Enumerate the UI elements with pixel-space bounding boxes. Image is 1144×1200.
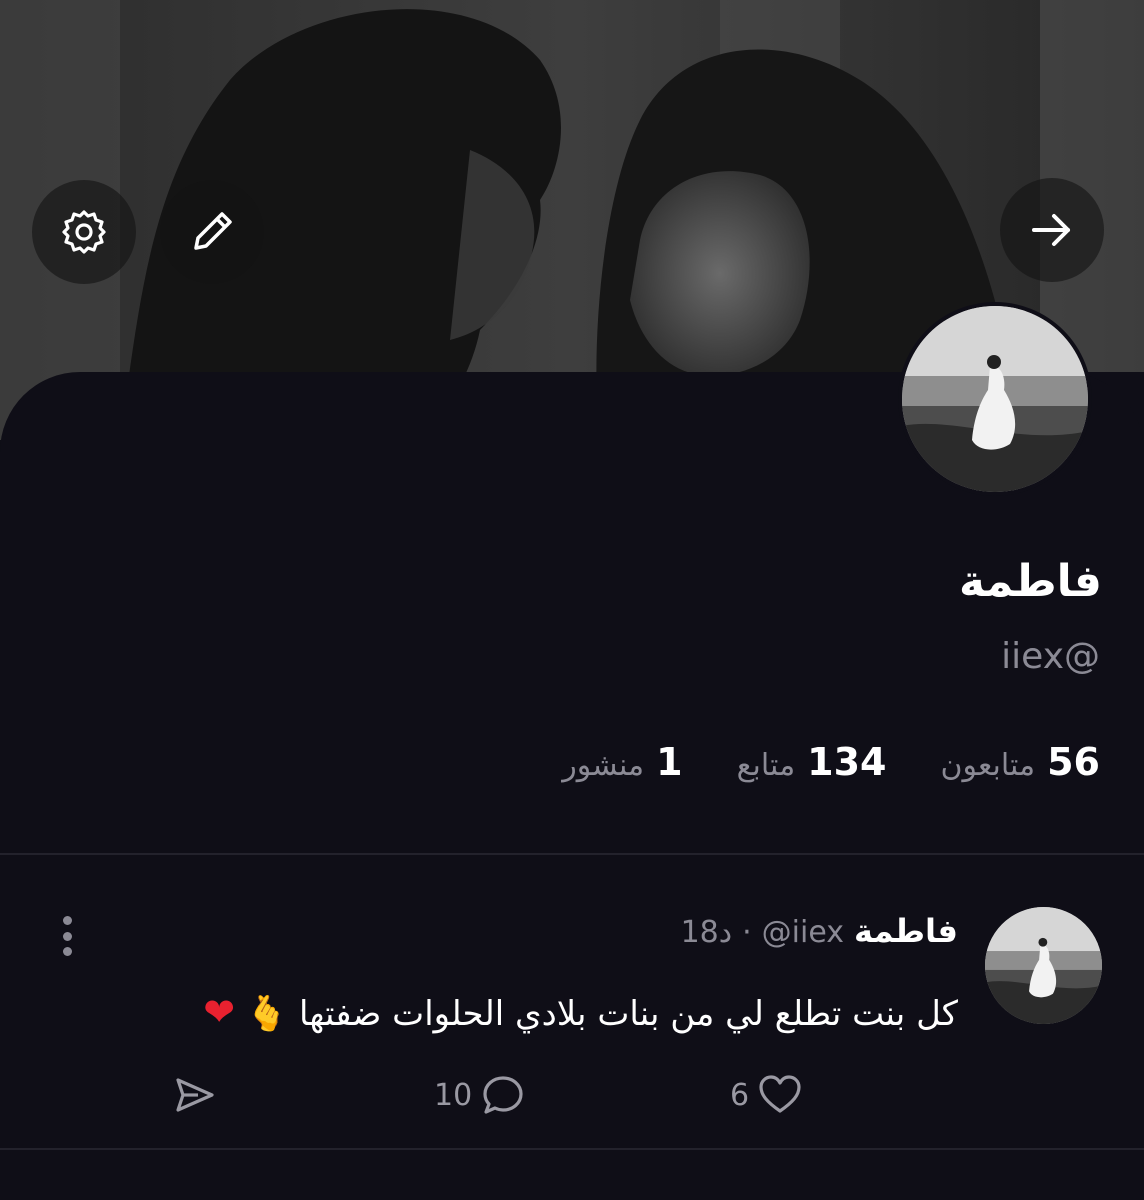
heart-icon <box>759 1075 801 1113</box>
post-body: كل بنت تطلع لي من بنات بلادي الحلوات ضفت… <box>203 990 958 1034</box>
stat-value: 134 <box>807 740 887 784</box>
stat-label: متابعون <box>940 748 1036 783</box>
heart-emoji-icon: ❤ <box>203 990 236 1034</box>
dot-icon <box>62 916 72 925</box>
post-author-handle: @iiex <box>761 915 845 950</box>
like-button[interactable]: 6 <box>730 1072 803 1118</box>
stat-label: متابع <box>736 748 796 783</box>
edit-profile-button[interactable] <box>160 180 264 284</box>
stat-value: 1 <box>656 740 683 784</box>
profile-handle: iiex@ <box>1001 636 1100 677</box>
divider <box>0 853 1144 855</box>
stat-value: 56 <box>1047 740 1100 784</box>
stat-following[interactable]: 134 متابع <box>737 740 887 784</box>
post-more-button[interactable] <box>60 916 74 956</box>
arrow-right-icon <box>1032 214 1070 246</box>
back-button[interactable] <box>1000 178 1104 282</box>
dot-icon <box>62 931 72 941</box>
comment-icon <box>483 1076 523 1114</box>
settings-button[interactable] <box>32 180 136 284</box>
stat-followers[interactable]: 56 متابعون <box>940 740 1100 784</box>
stat-posts[interactable]: 1 منشور <box>562 740 682 784</box>
post-author-name[interactable]: فاطمة <box>854 912 958 950</box>
divider <box>0 1148 1144 1150</box>
like-count: 6 <box>730 1077 750 1113</box>
comment-button[interactable]: 10 <box>434 1072 526 1118</box>
avatar-image <box>902 306 1088 492</box>
post-header: فاطمة @iiex · 18د <box>681 912 958 950</box>
post-text: كل بنت تطلع لي من بنات بلادي الحلوات ضفت… <box>299 994 958 1034</box>
pencil-icon <box>194 212 232 250</box>
post-author-avatar[interactable] <box>985 907 1102 1024</box>
gear-icon <box>62 210 106 254</box>
share-button[interactable] <box>172 1072 218 1118</box>
comment-count: 10 <box>434 1077 473 1113</box>
send-icon <box>176 1078 214 1112</box>
stat-label: منشور <box>562 748 645 783</box>
hand-emoji-icon: 🫰 <box>245 994 289 1034</box>
profile-avatar[interactable] <box>898 302 1092 496</box>
dot-icon <box>62 947 72 956</box>
post-time: 18د <box>680 915 733 950</box>
profile-stats: 56 متابعون 134 متابع 1 منشور <box>562 738 1100 786</box>
post-separator: · <box>742 915 752 950</box>
profile-name: فاطمة <box>959 556 1102 607</box>
avatar-image <box>985 907 1102 1024</box>
